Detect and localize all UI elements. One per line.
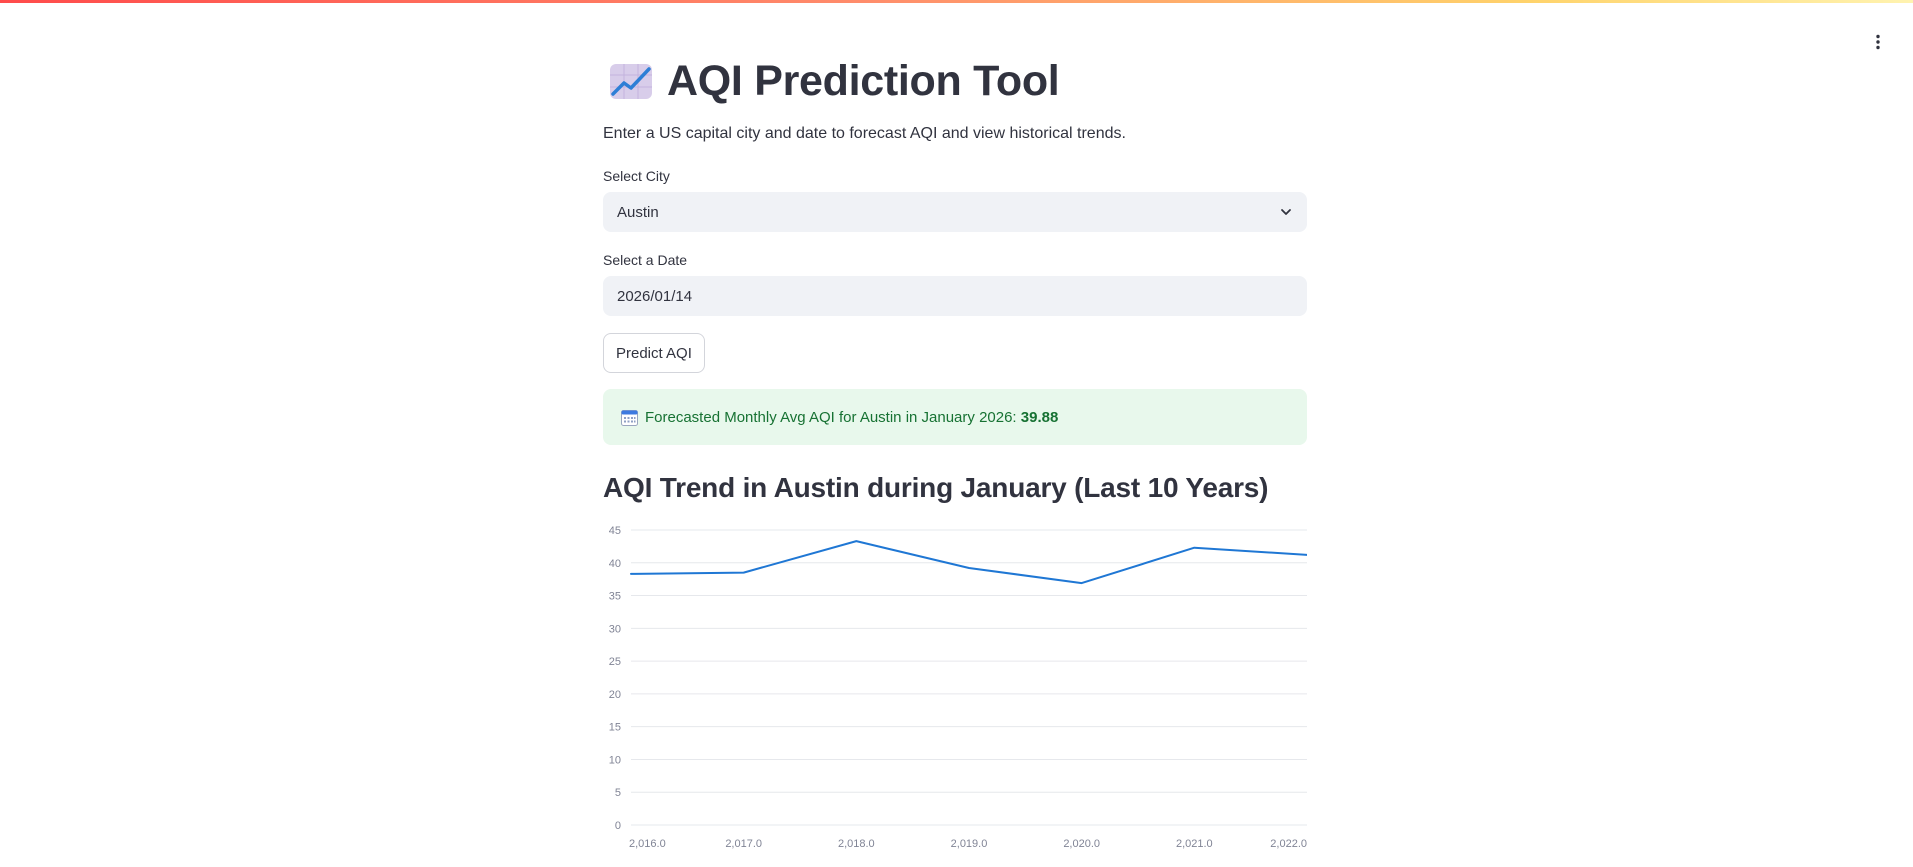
- y-tick-label: 5: [615, 787, 621, 799]
- y-tick-label: 20: [609, 689, 621, 701]
- y-tick-label: 25: [609, 656, 621, 668]
- y-tick-label: 45: [609, 525, 621, 537]
- page-subtitle: Enter a US capital city and date to fore…: [603, 125, 1126, 142]
- x-tick-label: 2,020.0: [1063, 838, 1100, 850]
- y-tick-label: 15: [609, 722, 621, 734]
- forecast-result-text: Forecasted Monthly Avg AQI for Austin in…: [645, 408, 1021, 426]
- kebab-menu-icon: [1876, 34, 1880, 50]
- x-tick-label: 2,017.0: [725, 838, 762, 850]
- city-select-label: Select City: [603, 168, 670, 184]
- main-menu-button[interactable]: [1866, 30, 1890, 54]
- x-tick-label: 2,022.0: [1270, 838, 1307, 850]
- top-decoration-bar: [0, 0, 1913, 3]
- calendar-icon: [621, 409, 638, 426]
- chart-increasing-icon: [610, 64, 652, 99]
- x-tick-label: 2,016.0: [629, 838, 666, 850]
- chevron-down-icon: [1281, 209, 1291, 215]
- y-tick-label: 30: [609, 623, 621, 635]
- page-title: AQI Prediction Tool: [667, 56, 1060, 105]
- x-tick-label: 2,018.0: [838, 838, 875, 850]
- forecast-result-alert: Forecasted Monthly Avg AQI for Austin in…: [603, 389, 1307, 445]
- page-header: AQI Prediction Tool: [603, 55, 1060, 107]
- city-select-value: Austin: [617, 203, 659, 221]
- x-tick-label: 2,021.0: [1176, 838, 1213, 850]
- city-select[interactable]: Austin: [603, 192, 1307, 232]
- aqi-trend-chart: 0 5 10 15 20 25 30 35 40 45 2,016.0 2,017.0 2,018.0 2…: [603, 515, 1307, 860]
- aqi-trend-chart-svg: 0 5 10 15 20 25 30 35 40 45 2,016.0 2,017.0 2,018.0 2…: [609, 525, 1307, 850]
- date-input-label: Select a Date: [603, 252, 688, 268]
- x-tick-label: 2,019.0: [951, 838, 988, 850]
- date-input[interactable]: [603, 276, 1307, 316]
- y-tick-label: 10: [609, 754, 621, 766]
- predict-aqi-button[interactable]: Predict AQI: [603, 333, 705, 373]
- y-tick-label: 40: [609, 558, 621, 570]
- forecast-result-value: 39.88: [1020, 408, 1059, 426]
- chart-section-title: AQI Trend in Austin during January (Last…: [603, 472, 1269, 503]
- y-tick-label: 0: [615, 820, 621, 832]
- aqi-series-line: [630, 540, 1307, 585]
- y-tick-label: 35: [609, 591, 621, 603]
